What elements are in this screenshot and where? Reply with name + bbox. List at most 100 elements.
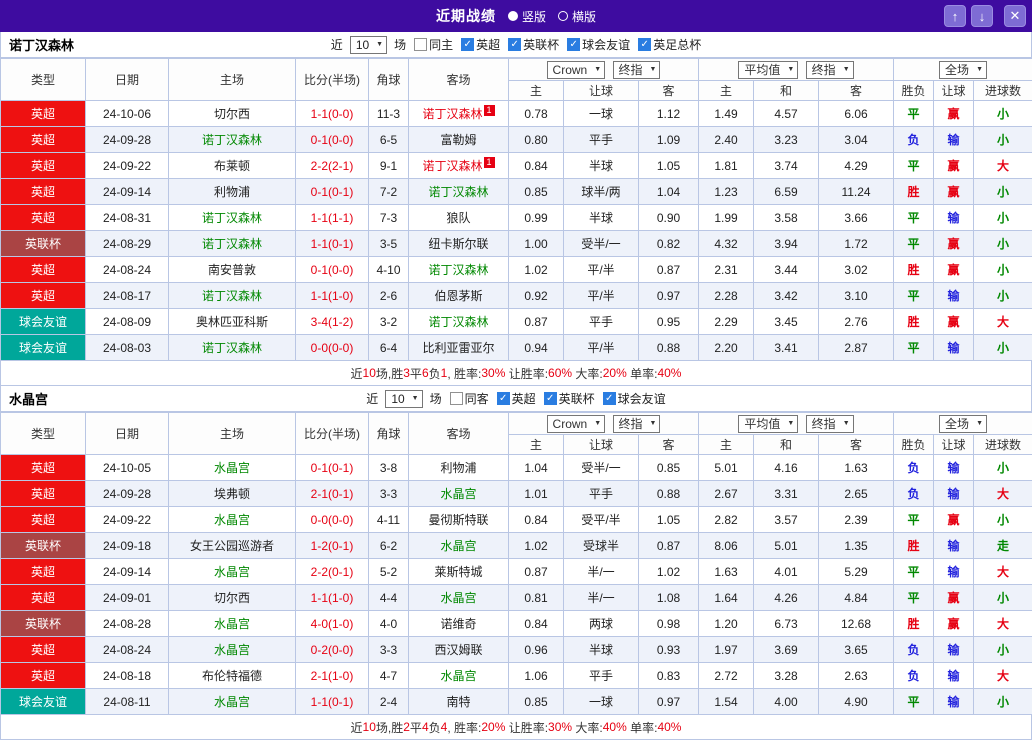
team-cell: 水晶宫 <box>409 533 509 559</box>
view-option-horizontal[interactable]: 横版 <box>558 8 596 25</box>
odds-cell: 1.04 <box>639 179 699 205</box>
odds-cell: 2.40 <box>699 127 754 153</box>
team-name[interactable]: 南安普敦 <box>208 263 256 277</box>
team-name[interactable]: 诺维奇 <box>440 617 476 631</box>
result-cell: 赢 <box>934 101 974 127</box>
team-name[interactable]: 诺丁汉森林 <box>428 315 488 329</box>
bookmaker-select[interactable]: Crown▼ <box>547 415 606 433</box>
league-cell: 英超 <box>1 283 86 309</box>
same-venue-checkbox[interactable]: 同客 <box>450 390 489 407</box>
team-name[interactable]: 诺丁汉森林 <box>428 263 488 277</box>
team-name[interactable]: 诺丁汉森林 <box>428 185 488 199</box>
match-count-select[interactable]: 10▼ <box>385 390 422 408</box>
league-checkbox[interactable]: ✓英联杯 <box>544 390 595 407</box>
bookmaker-select[interactable]: Crown▼ <box>547 61 606 79</box>
team-name[interactable]: 水晶宫 <box>440 591 476 605</box>
team-name[interactable]: 诺丁汉森林 <box>202 211 262 225</box>
odds-cell: 1.63 <box>699 559 754 585</box>
match-row: 英超24-08-24南安普敦0-1(0-0)4-10诺丁汉森林1.02平/半0.… <box>1 257 1032 283</box>
subcol-handicap: 让球 <box>564 81 639 101</box>
result-cell: 大 <box>974 481 1032 507</box>
team-name[interactable]: 利物浦 <box>214 185 250 199</box>
team-name[interactable]: 水晶宫 <box>214 513 250 527</box>
team-cell: 切尔西 <box>169 585 296 611</box>
team-name[interactable]: 伯恩茅斯 <box>434 289 482 303</box>
team-name[interactable]: 富勒姆 <box>440 133 476 147</box>
result-cell: 小 <box>974 637 1032 663</box>
result-cell: 胜 <box>894 309 934 335</box>
team-name[interactable]: 水晶宫 <box>214 565 250 579</box>
fulltime-select[interactable]: 全场▼ <box>939 61 987 79</box>
title-cluster: 近期战绩 竖版 横版 <box>436 6 596 26</box>
odds-group-scope: 全场▼ <box>894 59 1032 81</box>
final-odds-select-value: 终指 <box>812 61 836 78</box>
team-name[interactable]: 奥林匹亚科斯 <box>196 315 268 329</box>
league-checkbox[interactable]: ✓英超 <box>497 390 536 407</box>
final-odds-select[interactable]: 终指▼ <box>806 415 854 433</box>
average-select[interactable]: 平均值▼ <box>738 61 798 79</box>
league-checkbox[interactable]: ✓英足总杯 <box>638 36 701 53</box>
final-odds-select[interactable]: 终指▼ <box>806 61 854 79</box>
odds-cell: 4.16 <box>754 455 819 481</box>
team-name[interactable]: 利物浦 <box>440 461 476 475</box>
move-up-button[interactable]: ↑ <box>944 5 966 27</box>
league-checkbox[interactable]: ✓英超 <box>461 36 500 53</box>
team-name[interactable]: 水晶宫 <box>214 617 250 631</box>
final-odds-select[interactable]: 终指▼ <box>613 61 661 79</box>
close-button[interactable]: ✕ <box>1004 5 1026 27</box>
score-cell: 0-2(0-0) <box>296 637 369 663</box>
corner-cell: 11-3 <box>369 101 409 127</box>
team-name[interactable]: 水晶宫 <box>214 461 250 475</box>
odds-cell: 3.66 <box>819 205 894 231</box>
checkbox-label: 英联杯 <box>523 36 559 53</box>
team-name[interactable]: 莱斯特城 <box>434 565 482 579</box>
team-name[interactable]: 诺丁汉森林 <box>202 341 262 355</box>
team-name[interactable]: 南特 <box>446 695 470 709</box>
move-down-button[interactable]: ↓ <box>971 5 993 27</box>
team-name[interactable]: 比利亚雷亚尔 <box>422 341 494 355</box>
team-name[interactable]: 诺丁汉森林 <box>202 133 262 147</box>
team-name[interactable]: 女王公园巡游者 <box>190 539 274 553</box>
league-checkbox[interactable]: ✓英联杯 <box>508 36 559 53</box>
team-name[interactable]: 水晶宫 <box>214 643 250 657</box>
odds-cell: 平手 <box>564 309 639 335</box>
team-name[interactable]: 埃弗顿 <box>214 487 250 501</box>
result-cell: 小 <box>974 283 1032 309</box>
corner-cell: 4-11 <box>369 507 409 533</box>
team-name[interactable]: 诺丁汉森林 <box>422 159 482 173</box>
fulltime-select[interactable]: 全场▼ <box>939 415 987 433</box>
odds-cell: 0.84 <box>509 507 564 533</box>
final-odds-select[interactable]: 终指▼ <box>613 415 661 433</box>
team-name[interactable]: 切尔西 <box>214 591 250 605</box>
average-select[interactable]: 平均值▼ <box>738 415 798 433</box>
team-name[interactable]: 布莱顿 <box>214 159 250 173</box>
odds-cell: 半/一 <box>564 585 639 611</box>
odds-cell: 2.72 <box>699 663 754 689</box>
team-name[interactable]: 诺丁汉森林 <box>202 289 262 303</box>
result-cell: 走 <box>974 533 1032 559</box>
col-score: 比分(半场) <box>296 413 369 455</box>
team-name[interactable]: 纽卡斯尔联 <box>428 237 488 251</box>
odds-cell: 3.45 <box>754 309 819 335</box>
team-name[interactable]: 水晶宫 <box>440 669 476 683</box>
league-checkbox[interactable]: ✓球会友谊 <box>603 390 666 407</box>
team-name[interactable]: 曼彻斯特联 <box>428 513 488 527</box>
same-venue-checkbox[interactable]: 同主 <box>414 36 453 53</box>
match-count-select[interactable]: 10▼ <box>350 36 387 54</box>
result-cell: 负 <box>894 127 934 153</box>
subcol-goals: 进球数 <box>974 81 1032 101</box>
odds-cell: 平手 <box>564 663 639 689</box>
team-name[interactable]: 诺丁汉森林 <box>422 107 482 121</box>
team-name[interactable]: 切尔西 <box>214 107 250 121</box>
team-name[interactable]: 布伦特福德 <box>202 669 262 683</box>
league-checkbox[interactable]: ✓球会友谊 <box>567 36 630 53</box>
team-name[interactable]: 水晶宫 <box>440 539 476 553</box>
team-name[interactable]: 西汉姆联 <box>434 643 482 657</box>
view-option-vertical[interactable]: 竖版 <box>508 8 546 25</box>
team-name[interactable]: 诺丁汉森林 <box>202 237 262 251</box>
team-name[interactable]: 狼队 <box>446 211 470 225</box>
team-name[interactable]: 水晶宫 <box>214 695 250 709</box>
checkbox-label: 同主 <box>429 36 453 53</box>
summary-row: 近10场,胜2平4负4, 胜率:20% 让胜率:30% 大率:40% 单率:40… <box>0 715 1032 740</box>
team-name[interactable]: 水晶宫 <box>440 487 476 501</box>
